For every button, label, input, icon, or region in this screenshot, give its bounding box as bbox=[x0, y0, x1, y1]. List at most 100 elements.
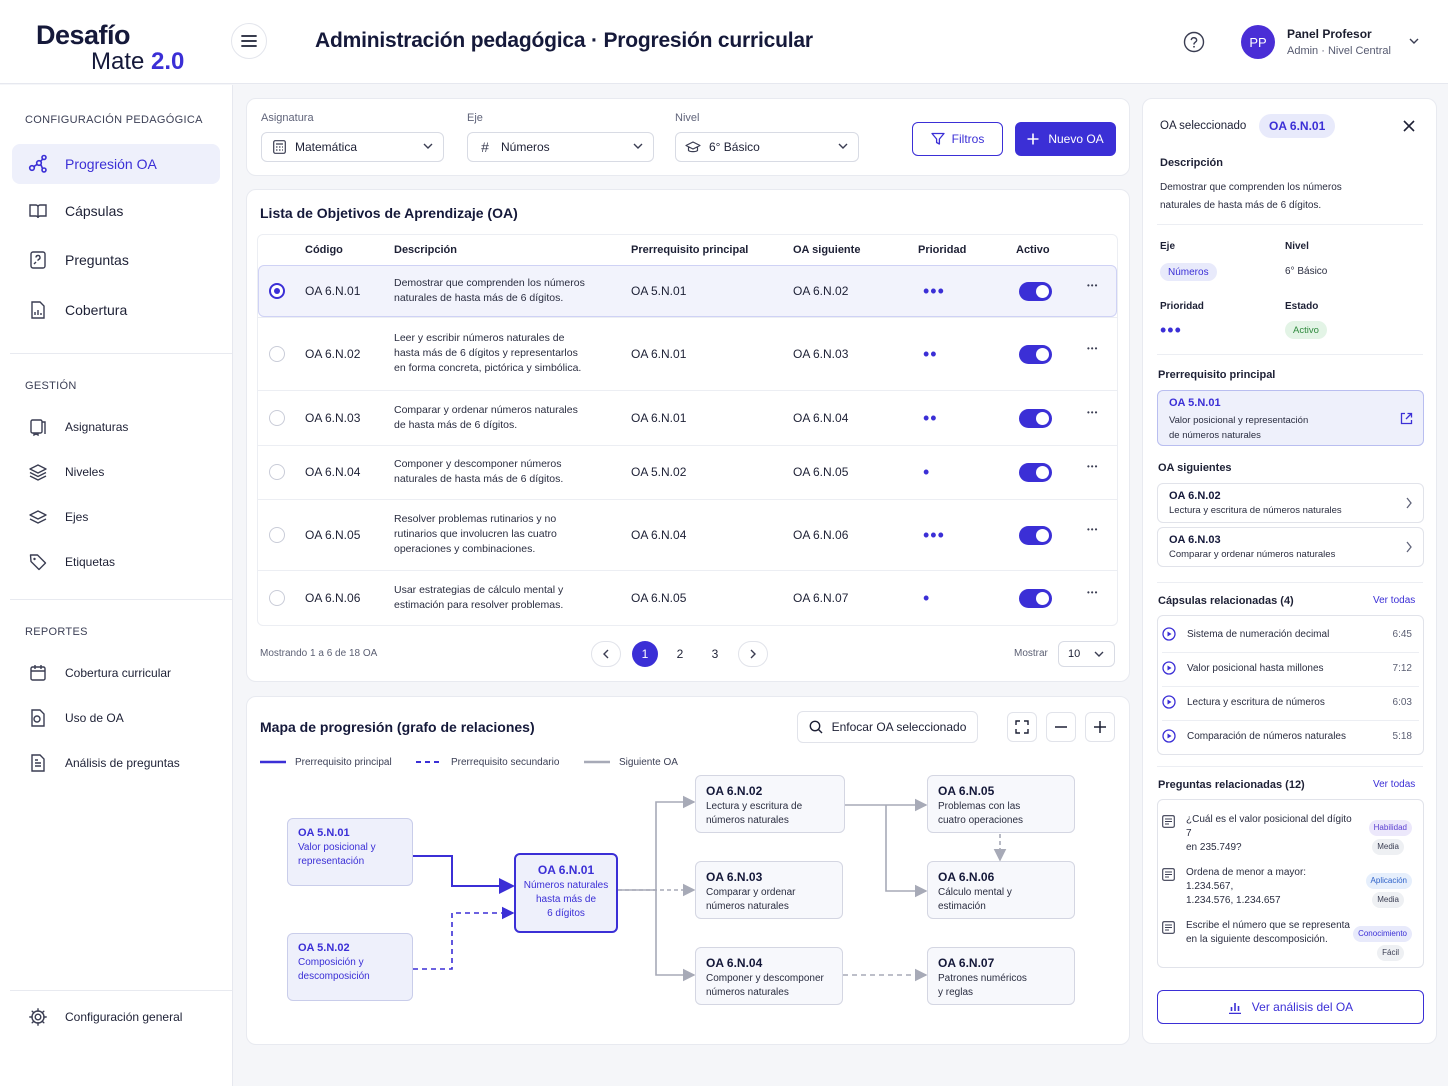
capsule-duration: 5:18 bbox=[1392, 731, 1412, 742]
selected-label: OA seleccionado bbox=[1160, 120, 1247, 132]
capsules-label: Cápsulas relacionadas (4) bbox=[1158, 595, 1294, 607]
node-code: OA 5.N.02 bbox=[298, 942, 350, 954]
node-code: OA 5.N.01 bbox=[298, 827, 350, 839]
edge-6n02-6n06 bbox=[885, 805, 928, 898]
graph-node-6n02[interactable]: OA 6.N.02 Lectura y escritura de números … bbox=[695, 775, 845, 833]
graph-node-6n05[interactable]: OA 6.N.05 Problemas con las cuatro operac… bbox=[927, 775, 1075, 833]
question-item[interactable]: Ordena de menor a mayor: 1.234.567, 1.234… bbox=[1162, 866, 1420, 912]
next-label: OA siguientes bbox=[1158, 462, 1232, 474]
graph-node-6n04[interactable]: OA 6.N.04 Componer y descomponer números … bbox=[695, 947, 843, 1005]
graph-node-5n02[interactable]: OA 5.N.02 Composición y descomposición bbox=[287, 933, 413, 1001]
question-text: ¿Cuál es el valor posicional del dígito … bbox=[1186, 814, 1352, 853]
divider bbox=[1157, 224, 1423, 225]
capsule-item[interactable]: Lectura y escritura de números 6:03 bbox=[1162, 694, 1412, 712]
chevron-right-icon bbox=[1406, 497, 1412, 509]
status-label: Estado bbox=[1285, 301, 1319, 312]
capsule-duration: 6:03 bbox=[1392, 697, 1412, 708]
next-oa-item[interactable]: OA 6.N.03 Comparar y ordenar números nat… bbox=[1157, 527, 1424, 567]
axis-chip: Números bbox=[1160, 263, 1217, 281]
node-desc: Componer y descomponer números naturales bbox=[706, 973, 824, 998]
divider bbox=[1162, 686, 1419, 687]
node-desc: Cálculo mental y estimación bbox=[938, 887, 1012, 912]
divider bbox=[1157, 354, 1423, 355]
prereq-code: OA 5.N.01 bbox=[1169, 397, 1221, 409]
questions-see-all-link[interactable]: Ver todas bbox=[1373, 779, 1415, 790]
desc-text: Demostrar que comprenden los números natu… bbox=[1160, 182, 1342, 211]
capsule-title: Comparación de números naturales bbox=[1187, 731, 1346, 742]
priority-dots: ••• bbox=[1160, 320, 1182, 340]
skill-tag: Habilidad bbox=[1368, 820, 1412, 836]
node-code: OA 6.N.05 bbox=[938, 784, 995, 798]
divider bbox=[1162, 720, 1419, 721]
play-circle-icon bbox=[1162, 627, 1176, 641]
divider bbox=[1157, 766, 1423, 767]
question-item[interactable]: ¿Cuál es el valor posicional del dígito … bbox=[1162, 813, 1420, 859]
node-code: OA 6.N.04 bbox=[706, 956, 763, 970]
node-code: OA 6.N.03 bbox=[706, 870, 763, 884]
capsule-item[interactable]: Valor posicional hasta millones 7:12 bbox=[1162, 660, 1412, 678]
question-doc-icon bbox=[1162, 921, 1175, 934]
capsule-item[interactable]: Sistema de numeración decimal 6:45 bbox=[1162, 626, 1412, 644]
question-text: Ordena de menor a mayor: 1.234.567, 1.234… bbox=[1186, 867, 1307, 906]
graph-node-6n03[interactable]: OA 6.N.03 Comparar y ordenar números natu… bbox=[695, 861, 843, 919]
prereq-desc: Valor posicional y representación de núme… bbox=[1169, 415, 1309, 441]
oa-analysis-button-label: Ver análisis del OA bbox=[1251, 1000, 1354, 1014]
edge-6n01-6n04 bbox=[655, 890, 696, 982]
desc-label: Descripción bbox=[1160, 157, 1223, 169]
question-doc-icon bbox=[1162, 815, 1175, 828]
node-desc: Patrones numéricos y reglas bbox=[938, 973, 1027, 998]
difficulty-tag: Media bbox=[1372, 839, 1404, 855]
node-desc: Lectura y escritura de números naturales bbox=[706, 801, 803, 826]
edge-5n02-6n01 bbox=[413, 906, 515, 970]
divider bbox=[1162, 652, 1419, 653]
capsule-item[interactable]: Comparación de números naturales 5:18 bbox=[1162, 728, 1412, 746]
question-doc-icon bbox=[1162, 868, 1175, 881]
node-desc: Valor posicional y representación bbox=[298, 842, 376, 867]
oa-analysis-button[interactable]: Ver análisis del OA bbox=[1157, 990, 1424, 1024]
next-oa-desc: Lectura y escritura de números naturales bbox=[1169, 505, 1342, 516]
bar-chart-icon bbox=[1228, 1002, 1241, 1014]
capsule-title: Sistema de numeración decimal bbox=[1187, 629, 1330, 640]
level-value: 6° Básico bbox=[1285, 266, 1328, 277]
edge-6n01-6n02 bbox=[618, 795, 696, 891]
node-desc: Comparar y ordenar números naturales bbox=[706, 887, 796, 912]
capsules-see-all-link[interactable]: Ver todas bbox=[1373, 595, 1415, 606]
questions-label: Preguntas relacionadas (12) bbox=[1158, 779, 1305, 791]
question-text: Escribe el número que se representa en la… bbox=[1186, 920, 1350, 945]
node-code: OA 6.N.07 bbox=[938, 956, 995, 970]
graph-node-6n06[interactable]: OA 6.N.06 Cálculo mental y estimación bbox=[927, 861, 1075, 919]
prereq-card[interactable]: OA 5.N.01 Valor posicional y representac… bbox=[1157, 390, 1424, 446]
capsule-title: Lectura y escritura de números bbox=[1187, 697, 1325, 708]
play-circle-icon bbox=[1162, 729, 1176, 743]
status-badge: Activo bbox=[1285, 321, 1327, 339]
capsule-title: Valor posicional hasta millones bbox=[1187, 663, 1324, 674]
selected-code-chip: OA 6.N.01 bbox=[1259, 114, 1336, 138]
node-desc: Números naturales hasta más de 6 dígitos bbox=[523, 880, 609, 919]
node-desc: Composición y descomposición bbox=[298, 957, 370, 982]
node-code: OA 6.N.02 bbox=[706, 784, 763, 798]
capsule-duration: 6:45 bbox=[1392, 629, 1412, 640]
graph-node-6n01-selected[interactable]: OA 6.N.01 Números naturales hasta más de 6… bbox=[514, 853, 618, 933]
chevron-right-icon bbox=[1406, 541, 1412, 553]
external-link-icon[interactable] bbox=[1400, 412, 1413, 425]
priority-label: Prioridad bbox=[1160, 301, 1204, 312]
next-oa-item[interactable]: OA 6.N.02 Lectura y escritura de números… bbox=[1157, 483, 1424, 523]
skill-tag: Conocimiento bbox=[1353, 926, 1412, 942]
graph-node-5n01[interactable]: OA 5.N.01 Valor posicional y representaci… bbox=[287, 818, 413, 886]
difficulty-tag: Media bbox=[1372, 892, 1404, 908]
divider bbox=[1157, 582, 1423, 583]
play-circle-icon bbox=[1162, 695, 1176, 709]
node-code: OA 6.N.01 bbox=[537, 863, 595, 877]
next-oa-code: OA 6.N.02 bbox=[1169, 490, 1221, 502]
edge-5n01-6n01 bbox=[413, 855, 515, 894]
close-panel-button[interactable] bbox=[1402, 119, 1416, 133]
axis-label: Eje bbox=[1160, 241, 1176, 252]
level-label: Nivel bbox=[1285, 241, 1309, 252]
question-item[interactable]: Escribe el número que se representa en la… bbox=[1162, 919, 1420, 965]
graph-node-6n07[interactable]: OA 6.N.07 Patrones numéricos y reglas bbox=[927, 947, 1075, 1005]
prereq-label: Prerrequisito principal bbox=[1158, 369, 1276, 381]
close-icon bbox=[1403, 120, 1415, 132]
node-code: OA 6.N.06 bbox=[938, 870, 995, 884]
node-desc: Problemas con las cuatro operaciones bbox=[938, 801, 1024, 826]
capsule-duration: 7:12 bbox=[1392, 663, 1412, 674]
